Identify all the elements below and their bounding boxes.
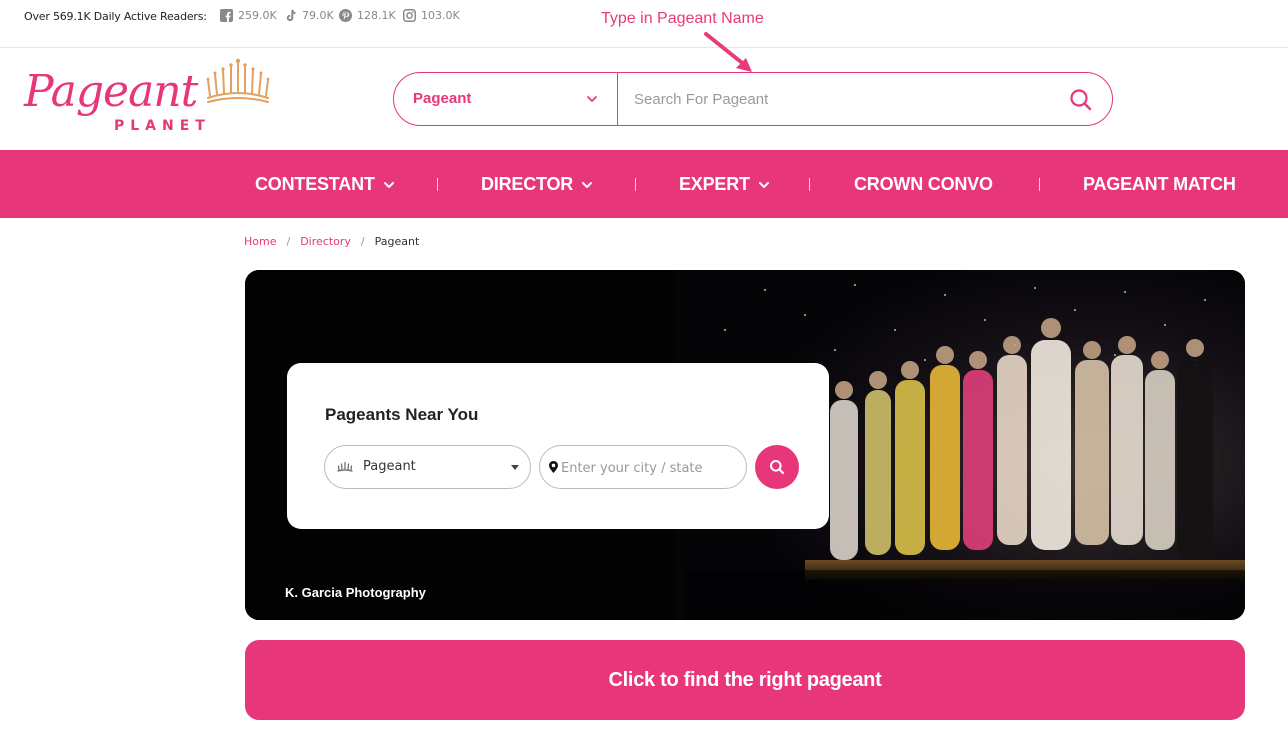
facebook-link[interactable]: 259.0K bbox=[220, 9, 277, 22]
annotation-arrow-icon bbox=[704, 32, 752, 72]
nav-separator bbox=[635, 178, 636, 191]
crown-icon bbox=[206, 58, 270, 103]
nav-separator bbox=[437, 178, 438, 191]
nav-director-label: DIRECTOR bbox=[481, 174, 574, 194]
search-icon bbox=[770, 460, 785, 475]
search-category-value: Pageant bbox=[413, 90, 472, 107]
nav-expert[interactable]: EXPERT bbox=[679, 174, 770, 195]
instagram-icon bbox=[403, 9, 416, 22]
nav-pageant-match[interactable]: PAGEANT MATCH bbox=[1083, 174, 1236, 195]
pageants-near-you-card: Pageants Near You Pageant bbox=[287, 363, 829, 529]
pinterest-count: 128.1K bbox=[357, 9, 396, 22]
near-city-input[interactable] bbox=[561, 456, 736, 480]
nav-director[interactable]: DIRECTOR bbox=[481, 174, 593, 195]
chevron-down-icon bbox=[758, 181, 769, 188]
instagram-link[interactable]: 103.0K bbox=[403, 9, 460, 22]
logo-subtitle: PLANET bbox=[114, 118, 211, 134]
pinterest-link[interactable]: 128.1K bbox=[339, 9, 396, 22]
instagram-count: 103.0K bbox=[421, 9, 460, 22]
crown-icon bbox=[337, 461, 353, 472]
breadcrumb-home[interactable]: Home bbox=[244, 235, 276, 248]
location-pin-icon bbox=[549, 461, 558, 473]
pinterest-icon bbox=[339, 9, 352, 22]
search-icon[interactable] bbox=[1068, 87, 1094, 113]
nav-separator bbox=[1039, 178, 1040, 191]
chevron-down-icon bbox=[582, 181, 593, 188]
pageant-search-bar: Pageant bbox=[393, 72, 1113, 126]
tiktok-link[interactable]: 79.0K bbox=[284, 9, 334, 22]
breadcrumb-separator: / bbox=[360, 235, 365, 248]
near-search-button[interactable] bbox=[755, 445, 799, 489]
nav-separator bbox=[809, 178, 810, 191]
near-select-value: Pageant bbox=[363, 459, 416, 474]
logo-wordmark: Pageant bbox=[24, 66, 198, 117]
nav-expert-label: EXPERT bbox=[679, 174, 750, 194]
caret-down-icon bbox=[511, 465, 519, 470]
nav-crown-convo-label: CROWN CONVO bbox=[854, 174, 993, 194]
breadcrumb-separator: / bbox=[286, 235, 291, 248]
photo-credit: K. Garcia Photography bbox=[285, 585, 426, 600]
near-pageant-type-select[interactable]: Pageant bbox=[324, 445, 531, 489]
nav-contestant-label: CONTESTANT bbox=[255, 174, 375, 194]
pageant-planet-logo[interactable]: Pageant PLANET bbox=[24, 58, 274, 138]
search-category-select[interactable]: Pageant bbox=[394, 73, 618, 125]
near-card-title: Pageants Near You bbox=[325, 405, 479, 424]
tiktok-icon bbox=[286, 9, 296, 22]
find-pageant-cta-button[interactable]: Click to find the right pageant bbox=[245, 640, 1245, 720]
main-nav: CONTESTANT DIRECTOR EXPERT CROWN CONVO P… bbox=[0, 150, 1288, 218]
nav-contestant[interactable]: CONTESTANT bbox=[255, 174, 395, 195]
facebook-count: 259.0K bbox=[238, 9, 277, 22]
tiktok-count: 79.0K bbox=[302, 9, 334, 22]
chevron-down-icon bbox=[383, 181, 394, 188]
chevron-down-icon bbox=[587, 96, 597, 102]
breadcrumb: Home / Directory / Pageant bbox=[244, 235, 419, 248]
daily-readers-text: Over 569.1K Daily Active Readers: bbox=[24, 10, 207, 23]
near-city-field[interactable] bbox=[539, 445, 747, 489]
search-input[interactable] bbox=[620, 81, 1050, 117]
breadcrumb-directory[interactable]: Directory bbox=[300, 235, 351, 248]
annotation-text: Type in Pageant Name bbox=[601, 10, 764, 27]
nav-pageant-match-label: PAGEANT MATCH bbox=[1083, 174, 1236, 194]
nav-crown-convo[interactable]: CROWN CONVO bbox=[854, 174, 993, 195]
facebook-icon bbox=[220, 9, 233, 22]
breadcrumb-current: Pageant bbox=[374, 235, 420, 248]
